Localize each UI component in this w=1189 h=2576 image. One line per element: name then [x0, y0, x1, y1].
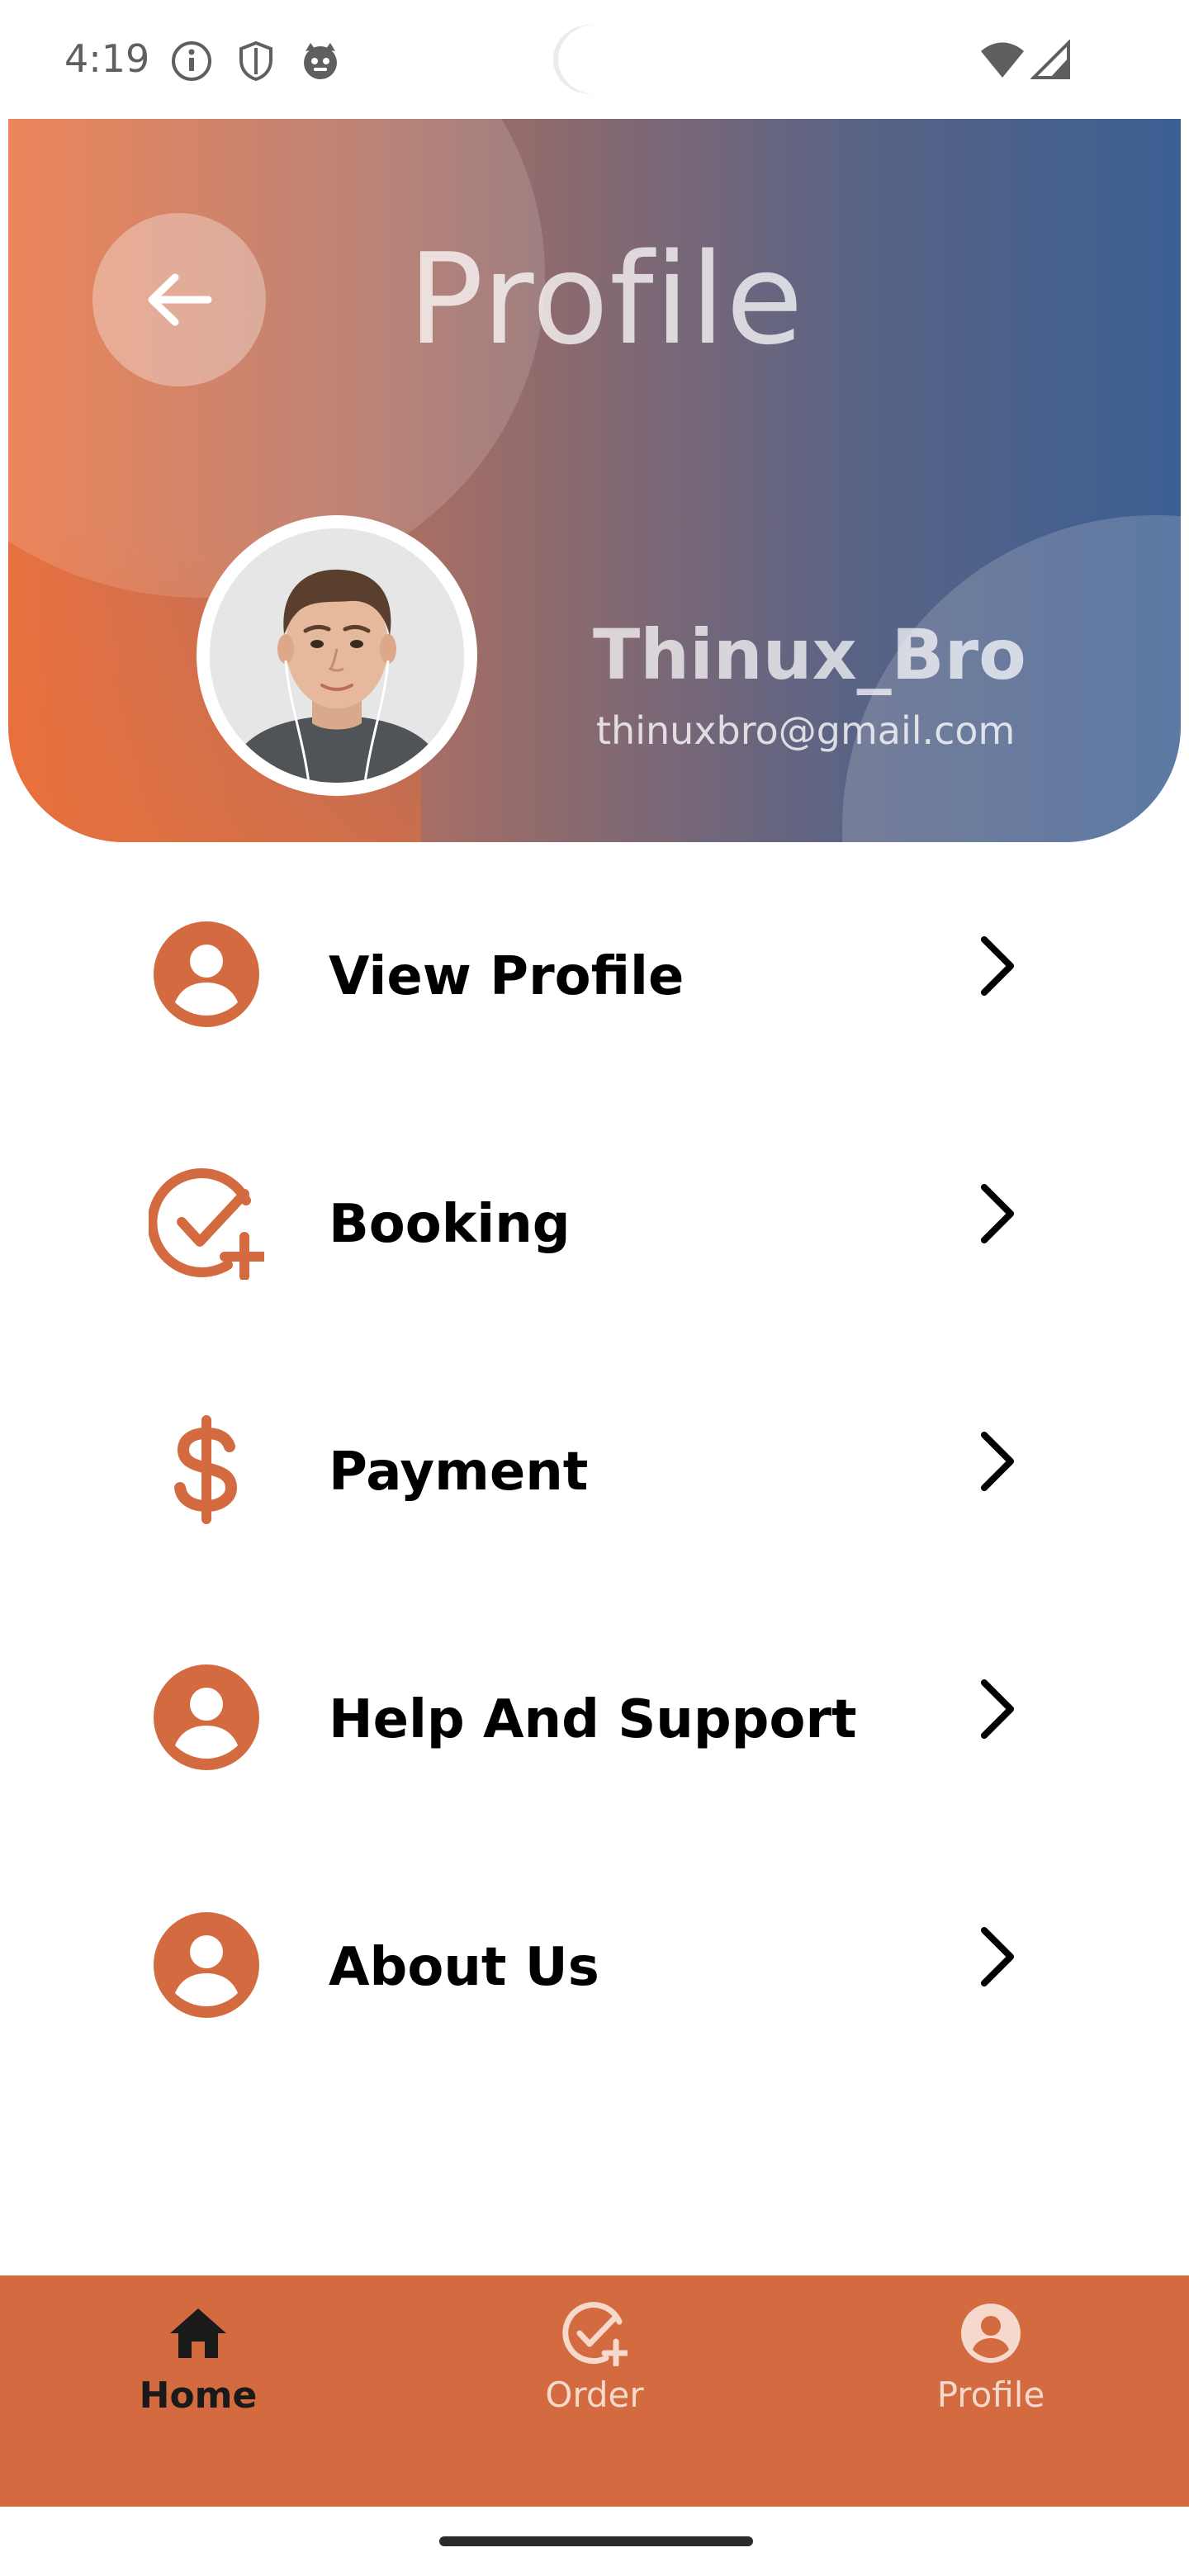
person-icon — [958, 2300, 1024, 2366]
chevron-right-icon — [973, 1676, 1022, 1742]
user-email: thinuxbro@gmail.com — [596, 708, 1016, 753]
home-icon — [165, 2300, 231, 2366]
cellular-signal-icon — [1030, 39, 1073, 83]
profile-header: Profile Thinux_Bro thinuxbro@gmail.com — [8, 119, 1181, 842]
menu-item-booking[interactable]: Booking — [0, 1139, 1189, 1288]
menu-item-label: Booking — [329, 1194, 571, 1255]
menu-item-help-and-support[interactable]: Help And Support — [0, 1635, 1189, 1783]
menu-item-label: Payment — [329, 1442, 589, 1503]
status-bar: 4:19 — [0, 0, 1189, 119]
shield-icon — [234, 40, 277, 83]
menu-item-label: View Profile — [329, 946, 685, 1007]
chevron-right-icon — [973, 933, 1022, 999]
menu-item-label: Help And Support — [329, 1689, 857, 1750]
nav-item-home[interactable]: Home — [0, 2275, 396, 2507]
person-icon — [149, 1660, 264, 1775]
page-title: Profile — [408, 226, 804, 372]
nav-label: Order — [545, 2375, 644, 2415]
person-icon — [149, 1907, 264, 2023]
cat-icon — [299, 40, 342, 83]
check-plus-icon — [147, 1164, 269, 1281]
dollar-icon — [149, 1412, 264, 1527]
chevron-right-icon — [973, 1181, 1022, 1247]
status-time: 4:19 — [64, 36, 150, 81]
avatar-ring — [197, 515, 477, 796]
back-button[interactable] — [92, 213, 266, 386]
home-indicator[interactable] — [439, 2536, 753, 2546]
menu-item-view-profile[interactable]: View Profile — [0, 892, 1189, 1040]
nav-label: Home — [139, 2375, 258, 2417]
user-name: Thinux_Bro — [593, 614, 1026, 695]
info-icon — [170, 40, 213, 83]
wifi-icon — [979, 40, 1026, 83]
menu-item-about-us[interactable]: About Us — [0, 1882, 1189, 2031]
check-plus-icon — [561, 2300, 631, 2368]
nav-item-profile[interactable]: Profile — [793, 2275, 1189, 2507]
menu-item-label: About Us — [329, 1937, 599, 1998]
chevron-right-icon — [973, 1428, 1022, 1494]
chevron-right-icon — [973, 1924, 1022, 1990]
nav-label: Profile — [936, 2375, 1045, 2415]
menu-item-payment[interactable]: Payment — [0, 1387, 1189, 1536]
person-icon — [149, 916, 264, 1032]
bottom-navigation: Home Order Profile — [0, 2275, 1189, 2507]
nav-item-order[interactable]: Order — [396, 2275, 793, 2507]
avatar[interactable] — [210, 528, 464, 783]
camera-cutout — [558, 25, 632, 94]
arrow-left-icon — [148, 273, 212, 326]
